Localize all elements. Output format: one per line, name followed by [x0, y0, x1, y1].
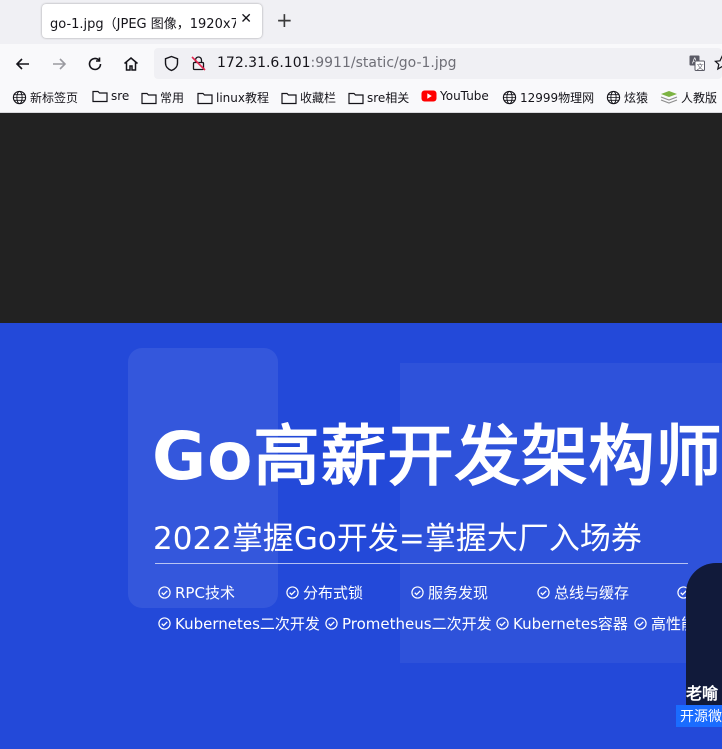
bookmark-folder-sre-related[interactable]: sre相关 [348, 89, 409, 106]
presenter-name: 老喻 [686, 684, 719, 703]
globe-icon [606, 90, 621, 105]
folder-icon [348, 92, 364, 104]
bookmark-label: sre相关 [367, 91, 410, 105]
folder-icon [281, 92, 297, 104]
bookmark-label: 常用 [160, 91, 185, 105]
bookmark-label: 新标签页 [30, 91, 79, 105]
check-circle-icon [496, 617, 509, 630]
back-button[interactable] [11, 52, 35, 76]
banner-headline: Go高薪开发架构师 [152, 418, 722, 495]
feature-label: RPC技术 [175, 584, 235, 602]
bookmark-youtube[interactable]: YouTube [421, 89, 489, 103]
bookmark-folder-linux[interactable]: linux教程 [197, 89, 269, 106]
divider-line [155, 563, 688, 564]
tab-title: go-1.jpg（JPEG 图像，1920x716 像素） [50, 17, 236, 32]
feature-label: Kubernetes容器 [513, 615, 628, 633]
bookmark-label: sre [111, 89, 130, 103]
check-circle-icon [634, 617, 647, 630]
home-button[interactable] [119, 52, 143, 76]
check-circle-icon [286, 586, 299, 599]
check-circle-icon [325, 617, 338, 630]
bookmark-label: 12999物理网 [520, 91, 595, 105]
youtube-icon [421, 90, 437, 102]
home-icon [124, 57, 138, 71]
translate-icon[interactable]: A文 [688, 54, 706, 72]
check-circle-icon [158, 617, 171, 630]
bookmark-folder-common[interactable]: 常用 [141, 89, 184, 106]
bookmark-label: 收藏栏 [300, 91, 337, 105]
bookmark-xuanyuan[interactable]: 炫猿 [606, 89, 648, 106]
bookmark-newtab[interactable]: 新标签页 [12, 89, 78, 106]
bookmark-pep[interactable]: 人教版 [660, 89, 717, 106]
feature-label: Prometheus二次开发 [342, 615, 492, 633]
feature-label: 分布式锁 [303, 584, 364, 602]
globe-icon [502, 90, 517, 105]
back-arrow-icon [15, 58, 29, 70]
bookmarks-toolbar: 新标签页 sre 常用 linux教程 收藏栏 sre相关 YouTube 12… [0, 83, 722, 113]
forward-arrow-icon [53, 58, 67, 70]
globe-icon [12, 90, 27, 105]
url-host: 172.31.6.101 [217, 55, 311, 71]
close-tab-icon[interactable]: ✕ [240, 11, 252, 27]
feature-label: 服务发现 [428, 584, 489, 602]
bookmark-physics[interactable]: 12999物理网 [502, 89, 594, 106]
navigation-toolbar: 172.31.6.101:9911/static/go-1.jpg A文 [0, 44, 722, 83]
bookmark-label: 人教版 [681, 91, 718, 105]
feature-item: Prometheus二次开发 [325, 613, 492, 634]
book-icon [660, 91, 678, 104]
address-bar[interactable]: 172.31.6.101:9911/static/go-1.jpg A文 [154, 48, 722, 79]
check-circle-icon [158, 586, 171, 599]
feature-item: Kubernetes容器 [496, 613, 628, 634]
feature-item: Kubernetes二次开发 [158, 613, 320, 634]
check-circle-icon [411, 586, 424, 599]
tab-strip: go-1.jpg（JPEG 图像，1920x716 像素） ✕ + [0, 0, 722, 44]
banner-subline: 2022掌握Go开发=掌握大厂入场券 [153, 521, 642, 557]
shield-icon[interactable] [163, 55, 180, 72]
bookmark-label: 炫猿 [624, 91, 649, 105]
feature-label: Kubernetes二次开发 [175, 615, 320, 633]
bookmark-folder-sre[interactable]: sre [92, 89, 129, 103]
reload-icon [88, 57, 102, 71]
reload-button[interactable] [83, 52, 107, 76]
image-viewer: Go高薪开发架构师 2022掌握Go开发=掌握大厂入场券 RPC技术 分布式锁 … [0, 113, 722, 749]
feature-item: RPC技术 [158, 582, 235, 603]
url-path: :9911/static/go-1.jpg [310, 55, 457, 71]
bookmark-folder-favorites[interactable]: 收藏栏 [281, 89, 336, 106]
feature-item: 分布式锁 [286, 582, 363, 603]
folder-icon [197, 92, 213, 104]
bookmark-label: linux教程 [216, 91, 269, 105]
active-tab[interactable]: go-1.jpg（JPEG 图像，1920x716 像素） ✕ [42, 4, 262, 38]
bookmark-label: YouTube [440, 89, 489, 103]
feature-label: 总线与缓存 [554, 584, 630, 602]
insecure-lock-icon[interactable] [190, 55, 207, 72]
svg-text:文: 文 [697, 62, 704, 71]
presenter-role: 开源微 [676, 705, 722, 727]
feature-item: 服务发现 [411, 582, 488, 603]
folder-icon [141, 92, 157, 104]
check-circle-icon [537, 586, 550, 599]
url-text[interactable]: 172.31.6.101:9911/static/go-1.jpg [217, 55, 457, 71]
new-tab-button[interactable]: + [276, 9, 293, 31]
feature-item: 总线与缓存 [537, 582, 629, 603]
folder-icon [92, 90, 108, 103]
jpeg-image[interactable]: Go高薪开发架构师 2022掌握Go开发=掌握大厂入场券 RPC技术 分布式锁 … [0, 323, 722, 749]
bookmark-star-icon[interactable] [714, 55, 722, 71]
forward-button[interactable] [47, 52, 71, 76]
